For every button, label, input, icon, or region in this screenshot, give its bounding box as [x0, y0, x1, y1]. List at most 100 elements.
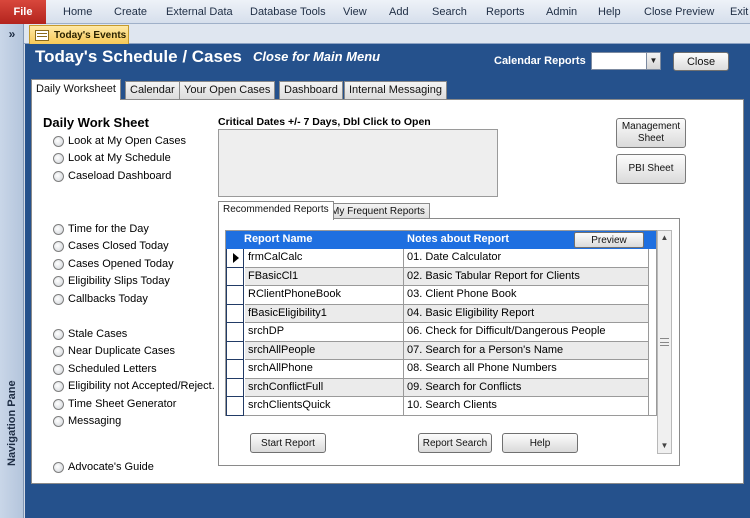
radio-button[interactable] — [53, 461, 64, 473]
report-name-cell[interactable]: frmCalCalc — [245, 249, 404, 268]
row-selector[interactable] — [226, 360, 244, 379]
report-name-cell[interactable]: srchAllPeople — [245, 341, 404, 360]
option-messaging[interactable]: Messaging — [53, 414, 121, 428]
option-advocates-guide[interactable]: Advocate's Guide — [53, 460, 154, 474]
row-selector[interactable] — [226, 323, 244, 342]
menu-admin[interactable]: Admin — [546, 0, 577, 24]
row-selector[interactable] — [226, 267, 244, 286]
scroll-up-arrow-icon[interactable]: ▲ — [658, 231, 671, 245]
report-name-cell[interactable]: srchDP — [245, 323, 404, 342]
report-notes-cell[interactable]: 07. Search for a Person's Name — [404, 341, 649, 360]
option-scheduled-letters[interactable]: Scheduled Letters — [53, 362, 157, 376]
table-row[interactable]: frmCalCalc 01. Date Calculator — [226, 249, 656, 268]
close-for-main-menu-link[interactable]: Close for Main Menu — [253, 49, 380, 64]
radio-button[interactable] — [53, 223, 64, 235]
report-name-cell[interactable]: fBasicEligibility1 — [245, 304, 404, 323]
menu-home[interactable]: Home — [63, 0, 92, 24]
navigation-pane[interactable]: » Navigation Pane — [0, 24, 24, 518]
radio-button[interactable] — [53, 258, 64, 270]
radio-button[interactable] — [53, 345, 64, 357]
row-selector[interactable] — [226, 397, 244, 416]
row-selector[interactable] — [226, 249, 244, 268]
option-look-at-my-schedule[interactable]: Look at My Schedule — [53, 151, 171, 165]
menu-external-data[interactable]: External Data — [166, 0, 233, 24]
radio-button[interactable] — [53, 240, 64, 252]
menu-close-preview[interactable]: Close Preview — [644, 0, 714, 24]
report-name-cell[interactable]: srchConflictFull — [245, 378, 404, 397]
menu-create[interactable]: Create — [114, 0, 147, 24]
table-row[interactable]: srchConflictFull 09. Search for Conflict… — [226, 378, 656, 397]
preview-button[interactable]: Preview — [574, 232, 644, 248]
option-look-at-my-open-cases[interactable]: Look at My Open Cases — [53, 134, 186, 148]
report-notes-cell[interactable]: 10. Search Clients — [404, 397, 649, 416]
radio-button[interactable] — [53, 328, 64, 340]
report-name-cell[interactable]: srchClientsQuick — [245, 397, 404, 416]
report-search-button[interactable]: Report Search — [418, 433, 492, 453]
tab-recommended-reports[interactable]: Recommended Reports — [218, 201, 334, 220]
table-row[interactable]: srchDP 06. Check for Difficult/Dangerous… — [226, 323, 656, 342]
option-near-duplicate-cases[interactable]: Near Duplicate Cases — [53, 344, 175, 358]
table-row[interactable]: FBasicCl1 02. Basic Tabular Report for C… — [226, 267, 656, 286]
option-eligibility-not-accepted[interactable]: Eligibility not Accepted/Reject. — [53, 379, 215, 393]
calendar-reports-dropdown[interactable]: ▼ — [591, 52, 661, 70]
report-notes-cell[interactable]: 02. Basic Tabular Report for Clients — [404, 267, 649, 286]
tab-internal-messaging[interactable]: Internal Messaging — [344, 81, 447, 99]
scroll-down-arrow-icon[interactable]: ▼ — [658, 439, 671, 453]
radio-button[interactable] — [53, 170, 64, 182]
close-button[interactable]: Close — [673, 52, 729, 71]
radio-button[interactable] — [53, 398, 64, 410]
table-row[interactable]: fBasicEligibility1 04. Basic Eligibility… — [226, 304, 656, 323]
tab-my-frequent-reports[interactable]: My Frequent Reports — [326, 203, 430, 219]
tab-dashboard[interactable]: Dashboard — [279, 81, 343, 99]
radio-button[interactable] — [53, 415, 64, 427]
report-notes-cell[interactable]: 08. Search all Phone Numbers — [404, 360, 649, 379]
table-row[interactable]: srchAllPeople 07. Search for a Person's … — [226, 341, 656, 360]
option-callbacks-today[interactable]: Callbacks Today — [53, 292, 148, 306]
row-selector[interactable] — [226, 341, 244, 360]
report-notes-cell[interactable]: 04. Basic Eligibility Report — [404, 304, 649, 323]
table-row[interactable]: srchAllPhone 08. Search all Phone Number… — [226, 360, 656, 379]
option-cases-opened-today[interactable]: Cases Opened Today — [53, 257, 174, 271]
dropdown-arrow-icon[interactable]: ▼ — [646, 53, 660, 69]
menu-exit[interactable]: Exit — [730, 0, 748, 24]
table-row[interactable]: RClientPhoneBook 03. Client Phone Book — [226, 286, 656, 305]
menu-search[interactable]: Search — [432, 0, 467, 24]
help-button[interactable]: Help — [502, 433, 578, 453]
report-notes-cell[interactable]: 09. Search for Conflicts — [404, 378, 649, 397]
option-time-sheet-generator[interactable]: Time Sheet Generator — [53, 397, 176, 411]
radio-button[interactable] — [53, 152, 64, 164]
radio-button[interactable] — [53, 135, 64, 147]
menu-help[interactable]: Help — [598, 0, 621, 24]
pbi-sheet-button[interactable]: PBI Sheet — [616, 154, 686, 184]
radio-button[interactable] — [53, 293, 64, 305]
row-selector[interactable] — [226, 378, 244, 397]
file-menu-button[interactable]: File — [0, 0, 46, 24]
report-notes-cell[interactable]: 06. Check for Difficult/Dangerous People — [404, 323, 649, 342]
option-caseload-dashboard[interactable]: Caseload Dashboard — [53, 169, 171, 183]
report-notes-cell[interactable]: 03. Client Phone Book — [404, 286, 649, 305]
report-name-cell[interactable]: srchAllPhone — [245, 360, 404, 379]
option-cases-closed-today[interactable]: Cases Closed Today — [53, 239, 169, 253]
option-time-for-the-day[interactable]: Time for the Day — [53, 222, 149, 236]
report-name-cell[interactable]: RClientPhoneBook — [245, 286, 404, 305]
reports-vertical-scrollbar[interactable]: ▲ ▼ — [657, 230, 672, 454]
row-selector[interactable] — [226, 304, 244, 323]
menu-add[interactable]: Add — [389, 0, 409, 24]
critical-dates-list[interactable] — [218, 129, 498, 197]
expand-chevron-icon[interactable]: » — [0, 24, 24, 44]
radio-button[interactable] — [53, 380, 64, 392]
management-sheet-button[interactable]: Management Sheet — [616, 118, 686, 148]
start-report-button[interactable]: Start Report — [250, 433, 326, 453]
tab-daily-worksheet[interactable]: Daily Worksheet — [31, 79, 121, 100]
radio-button[interactable] — [53, 275, 64, 287]
row-selector[interactable] — [226, 286, 244, 305]
report-name-cell[interactable]: FBasicCl1 — [245, 267, 404, 286]
report-notes-cell[interactable]: 01. Date Calculator — [404, 249, 649, 268]
option-stale-cases[interactable]: Stale Cases — [53, 327, 127, 341]
option-eligibility-slips-today[interactable]: Eligibility Slips Today — [53, 274, 170, 288]
radio-button[interactable] — [53, 363, 64, 375]
tab-calendar[interactable]: Calendar — [125, 81, 180, 99]
table-row[interactable]: srchClientsQuick 10. Search Clients — [226, 397, 656, 416]
menu-view[interactable]: View — [343, 0, 367, 24]
menu-reports[interactable]: Reports — [486, 0, 525, 24]
